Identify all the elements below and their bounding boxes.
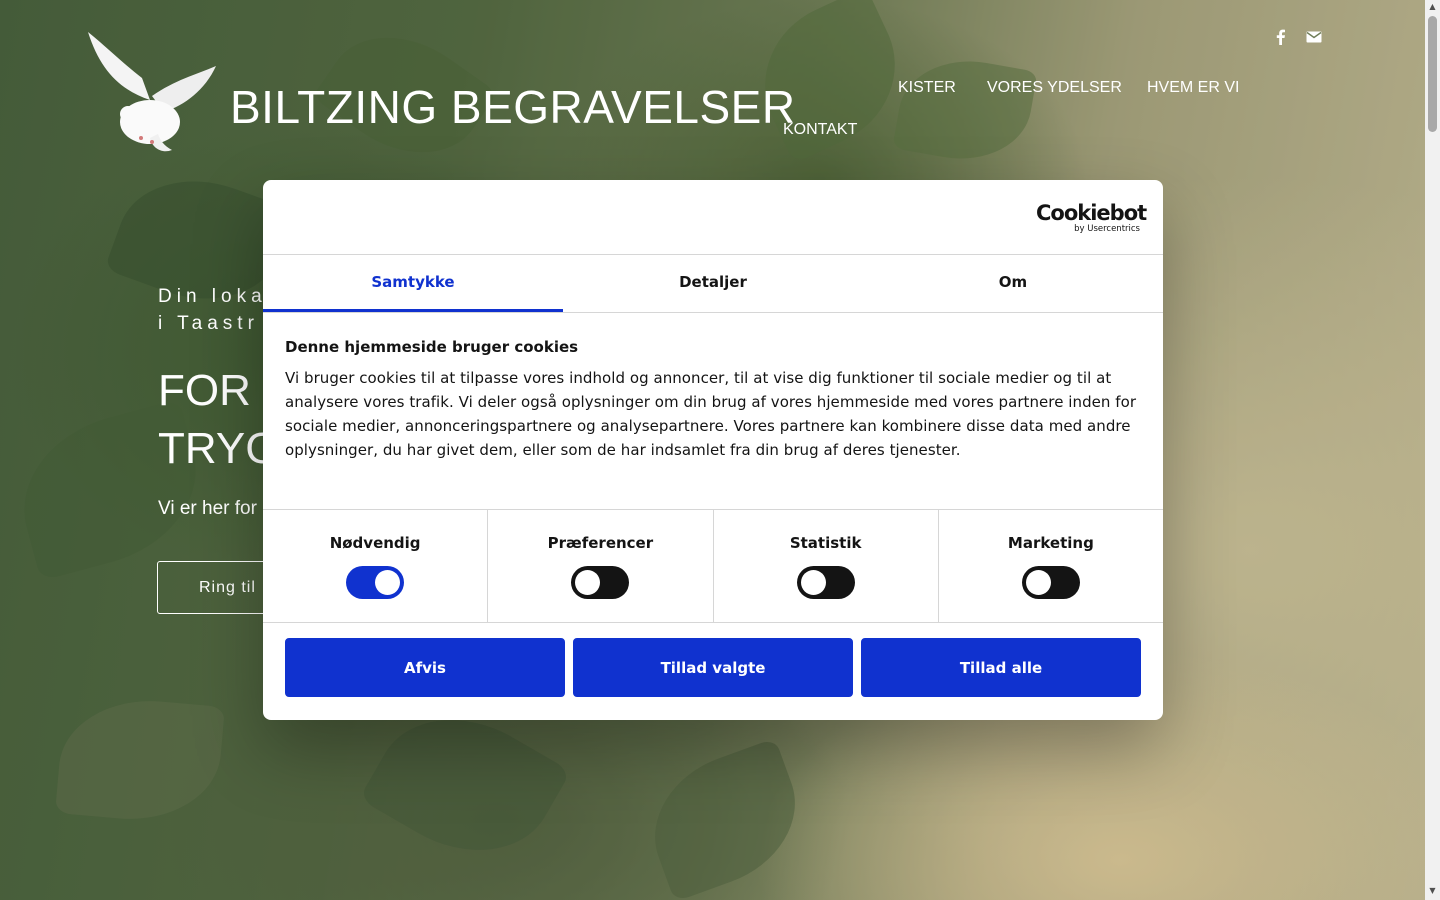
allow-selected-button[interactable]: Tillad valgte <box>573 638 853 697</box>
scroll-up-icon[interactable]: ▲ <box>1428 3 1437 11</box>
category-necessary: Nødvendig <box>263 510 489 622</box>
tab-samtykke[interactable]: Samtykke <box>263 255 563 312</box>
tab-om[interactable]: Om <box>863 255 1163 312</box>
nav-vores-ydelser[interactable]: VORES YDELSER <box>987 79 1122 97</box>
cookie-consent-dialog: Cookiebot by Usercentrics Samtykke Detal… <box>263 180 1163 720</box>
consent-heading: Denne hjemmeside bruger cookies <box>285 338 579 356</box>
cookiebot-byline: by Usercentrics <box>1074 224 1140 234</box>
allow-all-button[interactable]: Tillad alle <box>861 638 1141 697</box>
category-statistics: Statistik <box>714 510 939 622</box>
consent-categories: Nødvendig Præferencer Statistik Marketin… <box>263 510 1163 623</box>
statistics-toggle[interactable] <box>796 566 855 599</box>
consent-description: Vi bruger cookies til at tilpasse vores … <box>285 369 1137 459</box>
category-label: Statistik <box>789 534 862 552</box>
nav-kontakt[interactable]: KONTAKT <box>783 121 857 139</box>
toggle-knob <box>800 570 826 595</box>
dialog-tabs: Samtykke Detaljer Om <box>263 255 1163 313</box>
toggle-knob <box>1025 570 1051 595</box>
category-label: Nødvendig <box>329 534 421 552</box>
nav-hvem-er-vi[interactable]: HVEM ER VI <box>1147 79 1239 97</box>
category-marketing: Marketing <box>939 510 1163 622</box>
cookiebot-logo[interactable]: Cookiebot by Usercentrics <box>1036 201 1147 234</box>
facebook-icon[interactable] <box>1272 28 1290 46</box>
scroll-thumb[interactable] <box>1428 16 1437 132</box>
scroll-down-icon[interactable]: ▼ <box>1428 887 1437 895</box>
mail-icon[interactable] <box>1305 28 1323 46</box>
dove-logo-icon[interactable] <box>80 30 218 156</box>
consent-body: Denne hjemmeside bruger cookies Vi bruge… <box>263 313 1163 510</box>
preferences-toggle[interactable] <box>571 566 630 599</box>
category-label: Præferencer <box>547 534 654 552</box>
category-preferences: Præferencer <box>488 510 714 622</box>
toggle-knob <box>375 570 401 595</box>
marketing-toggle[interactable] <box>1021 566 1080 599</box>
cookiebot-wordmark: Cookiebot <box>1036 201 1147 225</box>
nav-kister[interactable]: KISTER <box>898 79 956 97</box>
site-brand[interactable]: BILTZING BEGRAVELSER <box>230 80 796 134</box>
necessary-toggle[interactable] <box>346 566 405 599</box>
dialog-actions: Afvis Tillad valgte Tillad alle <box>263 623 1163 697</box>
dialog-header: Cookiebot by Usercentrics <box>263 180 1163 255</box>
reject-button[interactable]: Afvis <box>285 638 565 697</box>
page-scrollbar[interactable]: ▲ ▼ <box>1425 0 1440 900</box>
category-label: Marketing <box>1007 534 1094 552</box>
toggle-knob <box>575 570 601 595</box>
tab-detaljer[interactable]: Detaljer <box>563 255 863 312</box>
